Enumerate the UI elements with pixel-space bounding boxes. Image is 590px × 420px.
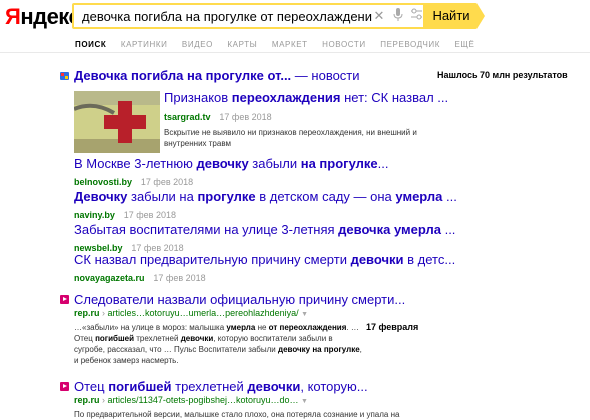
result-url[interactable]: rep.ru › articles…kotoruyu…umerla…pereoh… [74, 308, 308, 318]
search-tabs: ПОИСК КАРТИНКИ ВИДЕО КАРТЫ МАРКЕТ НОВОСТ… [75, 34, 484, 52]
result-count: Нашлось 70 млн результатов [437, 70, 568, 80]
tab-video[interactable]: ВИДЕО [182, 40, 213, 49]
tab-market[interactable]: МАРКЕТ [272, 40, 308, 49]
news-item: Девочку забыли на прогулке в детском сад… [74, 189, 457, 223]
news-date: 17 фев 2018 [140, 177, 194, 187]
result-title[interactable]: Следователи назвали официальную причину … [74, 292, 405, 308]
news-date: 17 фев 2018 [123, 210, 176, 220]
news-source[interactable]: tsargrad.tv [164, 112, 211, 122]
news-date: 17 фев 2018 [153, 273, 206, 283]
news-item: СК назвал предварительную причину смерти… [74, 252, 455, 286]
url-menu-icon[interactable]: ▼ [301, 311, 308, 318]
news-icon [60, 72, 69, 80]
clear-icon[interactable]: ✕ [371, 8, 387, 24]
result-date: 17 февраля [366, 322, 419, 332]
news-item-title[interactable]: В Москве 3-летнюю девочку забыли на прог… [74, 156, 388, 171]
video-play-icon [60, 295, 69, 304]
tab-more[interactable]: ЕЩЁ [454, 40, 474, 49]
tabs-divider [0, 52, 590, 53]
result-snippet: …«забыли» на улице в мороз: малышка умер… [74, 323, 362, 365]
microphone-icon[interactable] [390, 8, 406, 24]
tab-images[interactable]: КАРТИНКИ [121, 40, 168, 49]
news-item-title[interactable]: Признаков переохлаждения нет: СК назвал … [164, 90, 448, 105]
settings-icon[interactable] [408, 8, 424, 24]
tab-maps[interactable]: КАРТЫ [227, 40, 257, 49]
news-source[interactable]: novayagazeta.ru [74, 273, 145, 283]
search-query-text[interactable]: девочка погибла на прогулке от переохлаж… [82, 9, 372, 24]
result-snippet: По предварительной версии, малышке стало… [74, 410, 400, 419]
news-item: Забытая воспитателями на улице 3-летняя … [74, 222, 455, 256]
news-item-title[interactable]: Девочку забыли на прогулке в детском сад… [74, 189, 457, 204]
news-item-title[interactable]: СК назвал предварительную причину смерти… [74, 252, 455, 267]
news-item: В Москве 3-летнюю девочку забыли на прог… [74, 156, 424, 190]
tab-news[interactable]: НОВОСТИ [322, 40, 366, 49]
header: Яндекс девочка погибла на прогулке от пе… [0, 0, 590, 60]
find-button[interactable]: Найти [425, 3, 485, 29]
news-date: 17 фев 2018 [219, 112, 272, 122]
news-source[interactable]: naviny.by [74, 210, 115, 220]
video-play-icon [60, 382, 69, 391]
result-url[interactable]: rep.ru › articles/11347-otets-pogibshej…… [74, 395, 308, 405]
news-item-featured: Признаков переохлаждения нет: СК назвал … [164, 90, 448, 149]
news-item-title[interactable]: Забытая воспитателями на улице 3-летняя … [74, 222, 455, 237]
news-source[interactable]: belnovosti.by [74, 177, 132, 187]
tab-translator[interactable]: ПЕРЕВОДЧИК [380, 40, 440, 49]
news-block-title[interactable]: Девочка погибла на прогулке от... — ново… [74, 68, 360, 83]
news-snippet: Вскрытие не выявило ни признаков переохл… [164, 128, 417, 148]
yandex-logo[interactable]: Яндекс [5, 4, 81, 30]
news-thumbnail[interactable] [74, 91, 160, 153]
url-menu-icon[interactable]: ▼ [301, 398, 308, 405]
tab-search[interactable]: ПОИСК [75, 40, 106, 49]
result-title[interactable]: Отец погибшей трехлетней девочки, котору… [74, 379, 368, 395]
search-input[interactable]: девочка погибла на прогулке от переохлаж… [72, 3, 425, 29]
